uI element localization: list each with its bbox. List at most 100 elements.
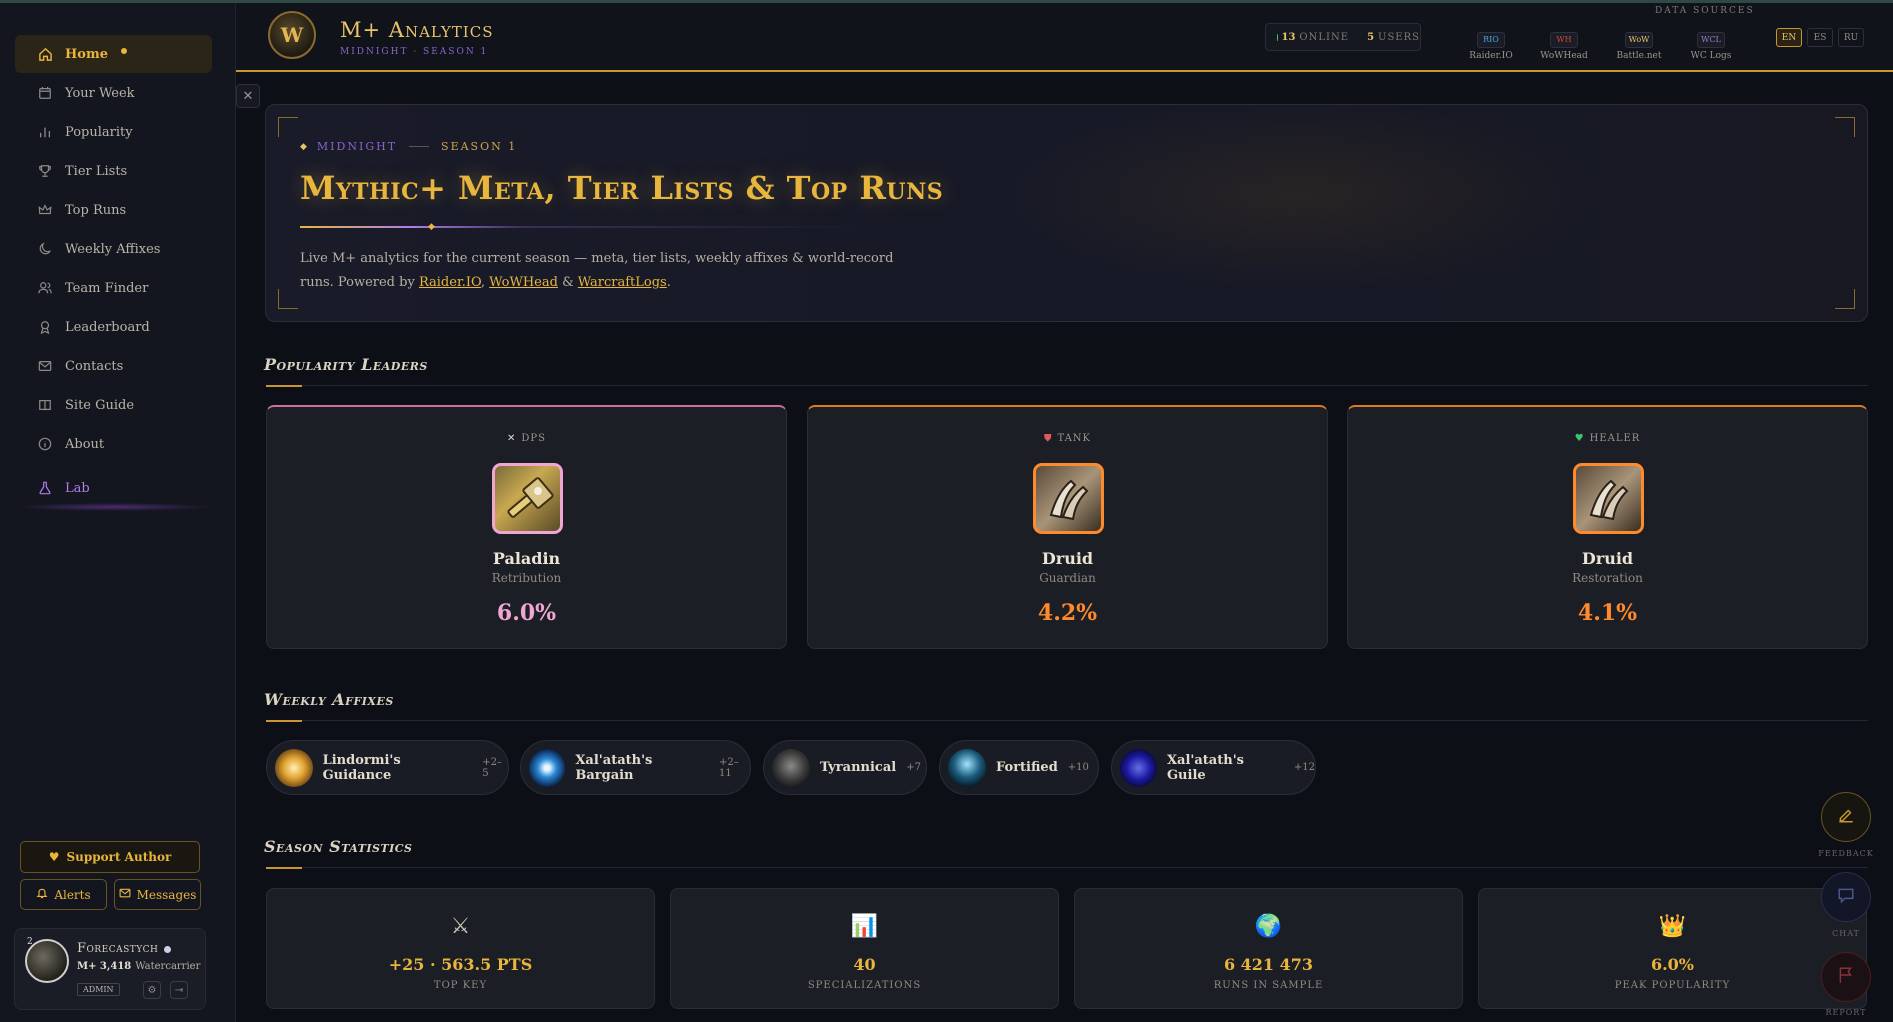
bear-claw-icon	[1033, 463, 1104, 534]
site-logo[interactable]: W	[268, 11, 316, 59]
section-title-affixes: Weekly Affixes	[264, 690, 394, 709]
new-indicator-dot	[121, 48, 127, 54]
flask-icon	[37, 480, 53, 496]
bar-chart-icon: 📊	[850, 914, 879, 939]
wowhead-link[interactable]: WoWHead	[489, 275, 558, 290]
raiderio-link[interactable]: Raider.IO	[419, 275, 481, 290]
affix-levels: +12	[1293, 762, 1315, 773]
users-icon	[37, 280, 53, 296]
profile-title: Watercarrier	[135, 961, 201, 972]
section-divider	[266, 385, 1868, 387]
sidebar-item-popularity[interactable]: Popularity	[15, 113, 212, 151]
void-swirl-icon	[529, 748, 566, 787]
info-icon	[37, 436, 53, 452]
leader-card-dps[interactable]: ✕ DPS Paladin Retribution 6.0%	[266, 405, 787, 649]
sidebar-nav: Home Your Week Popularity Tier Lists Top…	[15, 35, 212, 511]
sidebar-item-tier-lists[interactable]: Tier Lists	[15, 152, 212, 190]
leader-card-healer[interactable]: ♥ HEALER Druid Restoration 4.1%	[1347, 405, 1868, 649]
logout-icon[interactable]: ⇥	[170, 981, 188, 999]
affix-pill[interactable]: Fortified +10	[939, 740, 1099, 795]
chat-bubble-icon	[1837, 886, 1855, 908]
alerts-button[interactable]: Alerts	[20, 879, 107, 910]
warcraftlogs-link[interactable]: WarcraftLogs	[578, 275, 667, 290]
users-count: 5	[1367, 31, 1375, 43]
stat-label: TOP KEY	[433, 980, 488, 991]
affix-pill[interactable]: Xal'atath's Guile +12	[1111, 740, 1316, 795]
data-source-battlenet[interactable]: WoW Battle.net	[1609, 27, 1669, 61]
title-underline	[300, 226, 860, 228]
page-title: Mythic+ Meta, Tier Lists & Top Runs	[300, 169, 944, 207]
stat-value: +25 · 563.5 PTS	[388, 955, 533, 974]
affix-pill[interactable]: Tyrannical +7	[763, 740, 927, 795]
mail-icon	[119, 887, 131, 902]
data-source-name: Raider.IO	[1469, 51, 1513, 61]
role-text: HEALER	[1589, 433, 1641, 444]
sidebar-item-contacts[interactable]: Contacts	[15, 347, 212, 385]
settings-icon[interactable]: ⚙	[143, 981, 161, 999]
lang-ru-button[interactable]: RU	[1838, 28, 1864, 47]
messages-button[interactable]: Messages	[114, 879, 201, 910]
support-author-button[interactable]: ♥ Support Author	[20, 841, 200, 873]
role-text: TANK	[1057, 433, 1092, 444]
affix-pill[interactable]: Xal'atath's Bargain +2–11	[520, 740, 751, 795]
sidebar-item-label: Home	[65, 46, 108, 62]
data-source-name: WoWHead	[1540, 51, 1588, 61]
feedback-button[interactable]	[1821, 792, 1871, 842]
rating-value: M+ 3,418	[77, 961, 132, 972]
brand-title[interactable]: M+ Analytics	[340, 18, 493, 42]
heart-icon: ♥	[48, 850, 60, 864]
bear-claw-icon	[1573, 463, 1644, 534]
hammer-icon	[492, 463, 563, 534]
profile-name: Forecastych	[77, 941, 159, 956]
sidebar-item-label: Weekly Affixes	[65, 241, 161, 257]
affix-levels: +2–11	[718, 756, 739, 779]
affix-levels: +2–5	[482, 756, 502, 779]
users-label: USERS	[1378, 31, 1420, 43]
report-button[interactable]	[1821, 952, 1871, 1002]
mail-icon	[37, 358, 53, 374]
user-profile-card[interactable]: 2 Forecastych M+ 3,418 Watercarrier ADMIN…	[14, 928, 206, 1010]
leader-card-tank[interactable]: ⛊ TANK Druid Guardian 4.2%	[807, 405, 1328, 649]
online-label: ONLINE	[1299, 31, 1349, 43]
bell-icon	[36, 887, 48, 902]
hero-banner: ◆ MIDNIGHT SEASON 1 Mythic+ Meta, Tier L…	[265, 104, 1868, 322]
data-source-raiderio[interactable]: RIO Raider.IO	[1461, 27, 1521, 61]
sidebar-item-top-runs[interactable]: Top Runs	[15, 191, 212, 229]
role-text: DPS	[521, 433, 546, 444]
popularity-percent: 4.1%	[1577, 600, 1638, 626]
shield-figure-icon	[948, 748, 986, 787]
sidebar-item-site-guide[interactable]: Site Guide	[15, 386, 212, 424]
data-source-wowhead[interactable]: WH WoWHead	[1534, 27, 1594, 61]
bar-chart-icon	[37, 124, 53, 140]
skull-icon	[772, 748, 810, 787]
affix-pill[interactable]: Lindormi's Guidance +2–5	[266, 740, 509, 795]
sidebar-item-leaderboard[interactable]: Leaderboard	[15, 308, 212, 346]
role-label: ♥ HEALER	[1348, 433, 1867, 444]
sidebar-item-about[interactable]: About	[15, 425, 212, 463]
sidebar-item-home[interactable]: Home	[15, 35, 212, 73]
stat-value: 6.0%	[1650, 955, 1695, 974]
role-label: ✕ DPS	[267, 433, 786, 444]
globe-icon: 🌍	[1254, 914, 1283, 939]
raiderio-icon: RIO	[1477, 32, 1505, 48]
edit-icon	[1837, 806, 1855, 828]
data-source-wclogs[interactable]: WCL WC Logs	[1681, 27, 1741, 61]
chat-button[interactable]	[1821, 872, 1871, 922]
sidebar-item-weekly-affixes[interactable]: Weekly Affixes	[15, 230, 212, 268]
lang-es-button[interactable]: ES	[1807, 28, 1833, 47]
eyebrow-season: SEASON 1	[441, 140, 518, 153]
shield-icon: ⛊	[1043, 433, 1053, 444]
stat-value: 6 421 473	[1223, 955, 1314, 974]
sidebar-item-label: Top Runs	[65, 202, 127, 218]
section-divider	[266, 720, 1868, 722]
messages-label: Messages	[136, 887, 197, 902]
data-source-name: WC Logs	[1690, 51, 1732, 61]
sidebar-item-your-week[interactable]: Your Week	[15, 74, 212, 112]
stat-card-runs: 🌍 6 421 473 RUNS IN SAMPLE	[1074, 888, 1463, 1009]
close-icon[interactable]: ✕	[236, 84, 260, 108]
description-suffix: .	[666, 275, 671, 290]
sidebar-item-lab[interactable]: Lab	[15, 469, 212, 511]
sidebar-item-team-finder[interactable]: Team Finder	[15, 269, 212, 307]
lang-en-button[interactable]: EN	[1776, 28, 1802, 47]
alerts-label: Alerts	[54, 887, 91, 902]
